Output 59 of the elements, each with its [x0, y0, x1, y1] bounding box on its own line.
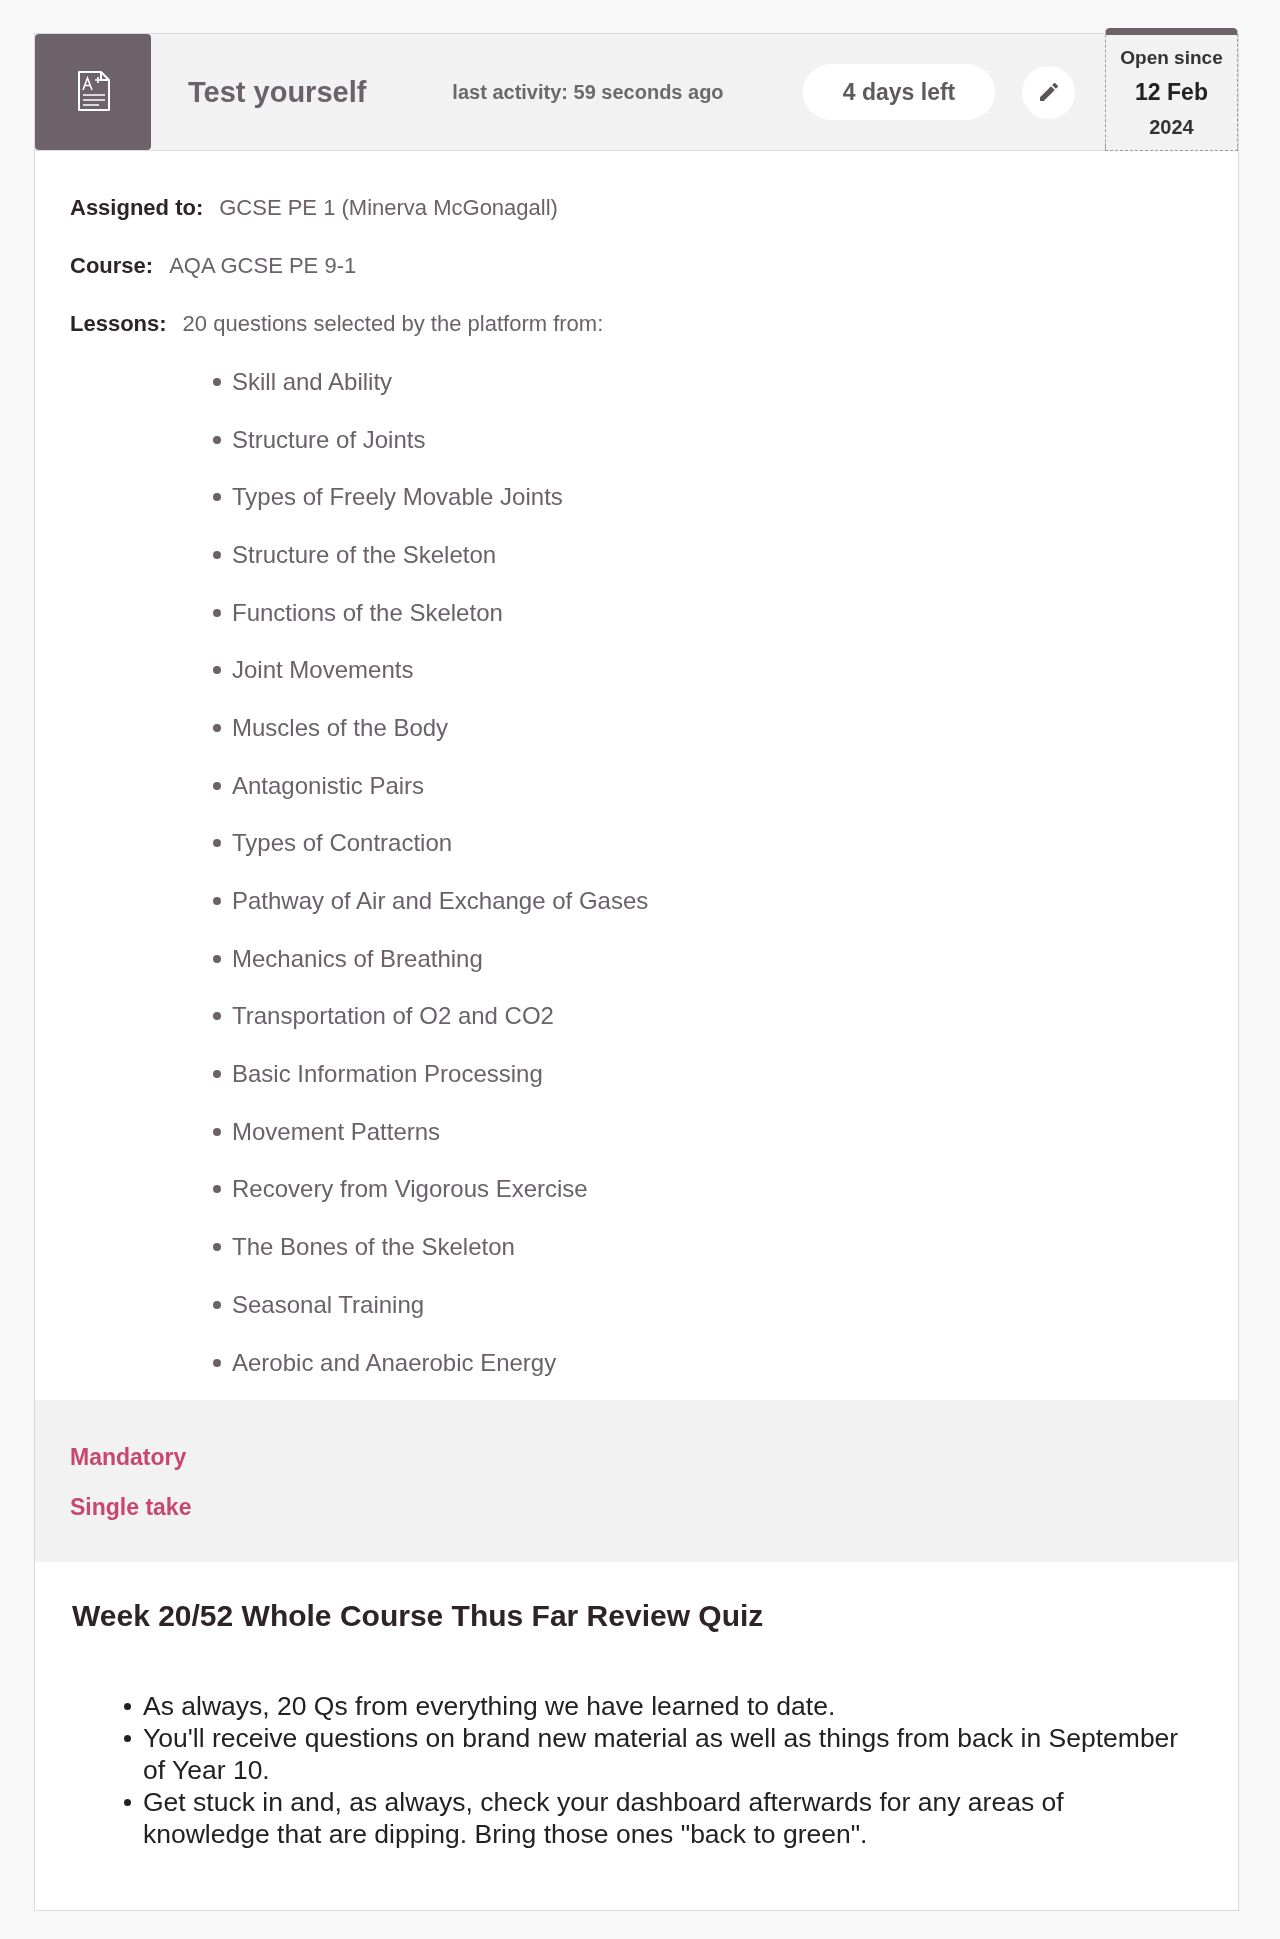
bullet-icon [213, 839, 221, 848]
pencil-icon [1039, 83, 1058, 101]
description-title: Week 20/52 Whole Course Thus Far Review Quiz [72, 1598, 764, 1635]
lesson-topic: Skill and Ability [232, 367, 393, 396]
detail-value: AQA GCSE PE 9-1 [169, 253, 357, 278]
last-activity-text: last activity: 59 seconds ago [452, 80, 724, 104]
edit-button[interactable] [1022, 65, 1075, 119]
lesson-topic: Aerobic and Anaerobic Energy [232, 1348, 557, 1377]
lesson-topic: Recovery from Vigorous Exercise [232, 1175, 588, 1204]
lesson-topic: Structure of Joints [232, 425, 426, 454]
tag-label: Single take [70, 1493, 192, 1523]
bullet-icon [213, 608, 221, 617]
bullet-icon [213, 897, 221, 906]
bullet-icon [213, 781, 221, 790]
lesson-topic: Types of Contraction [232, 829, 453, 858]
bullet-icon [213, 377, 221, 386]
bullet-icon [213, 1127, 221, 1136]
tag-label: Mandatory [70, 1443, 187, 1473]
lesson-topic: Mechanics of Breathing [232, 944, 483, 973]
time-left-pill: 4 days left [803, 64, 995, 120]
lesson-topic: Joint Movements [232, 656, 414, 685]
bullet-icon [213, 1243, 221, 1252]
lesson-topic: Structure of the Skeleton [232, 540, 497, 569]
bullet-icon [213, 1070, 221, 1079]
lesson-topic: Functions of the Skeleton [232, 598, 503, 627]
lesson-topic: Pathway of Air and Exchange of Gases [232, 887, 649, 916]
bullet-icon [124, 1703, 131, 1711]
lesson-topic: Movement Patterns [232, 1117, 441, 1146]
bullet-icon [213, 493, 221, 502]
description-point: Get stuck in and, as always, check your dashboard afterwards for any areas of knowledge that are dipping. Bring those ones "back to green". [143, 1786, 1065, 1851]
open-since-year: 2024 [1149, 115, 1194, 140]
bullet-icon [213, 1012, 221, 1021]
detail-value: GCSE PE 1 (Minerva McGonagall) [219, 195, 558, 220]
lesson-topic: Types of Freely Movable Joints [232, 483, 563, 512]
lesson-topic: Seasonal Training [232, 1290, 425, 1319]
open-since-date: 12 Feb [1135, 78, 1208, 107]
description-point: You'll receive questions on brand new material as well as things from back in September of Year 10. [143, 1722, 1180, 1787]
lesson-topic: Antagonistic Pairs [232, 771, 425, 800]
lesson-topic: Basic Information Processing [232, 1060, 543, 1089]
bullet-icon [124, 1799, 131, 1807]
bullet-icon [213, 1185, 221, 1194]
bullet-icon [213, 1300, 221, 1309]
open-since-label: Open since [1120, 46, 1223, 70]
lesson-topic: The Bones of the Skeleton [232, 1233, 515, 1262]
bullet-icon [213, 723, 221, 732]
lesson-topic: Transportation of O2 and CO2 [232, 1002, 554, 1031]
bullet-icon [213, 666, 221, 675]
bullet-icon [213, 1358, 221, 1367]
description-point: As always, 20 Qs from everything we have learned to date. [143, 1690, 836, 1723]
detail-value: 20 questions selected by the platform from: [182, 311, 604, 336]
detail-label: Lessons: [70, 311, 167, 336]
detail-label: Assigned to: [70, 195, 204, 220]
bullet-icon [213, 435, 221, 444]
bullet-icon [213, 550, 221, 559]
detail-label: Course: [70, 253, 154, 278]
bullet-icon [213, 954, 221, 963]
quiz-title: Test yourself [188, 75, 367, 109]
bullet-icon [124, 1735, 131, 1743]
lesson-topic: Muscles of the Body [232, 713, 449, 742]
